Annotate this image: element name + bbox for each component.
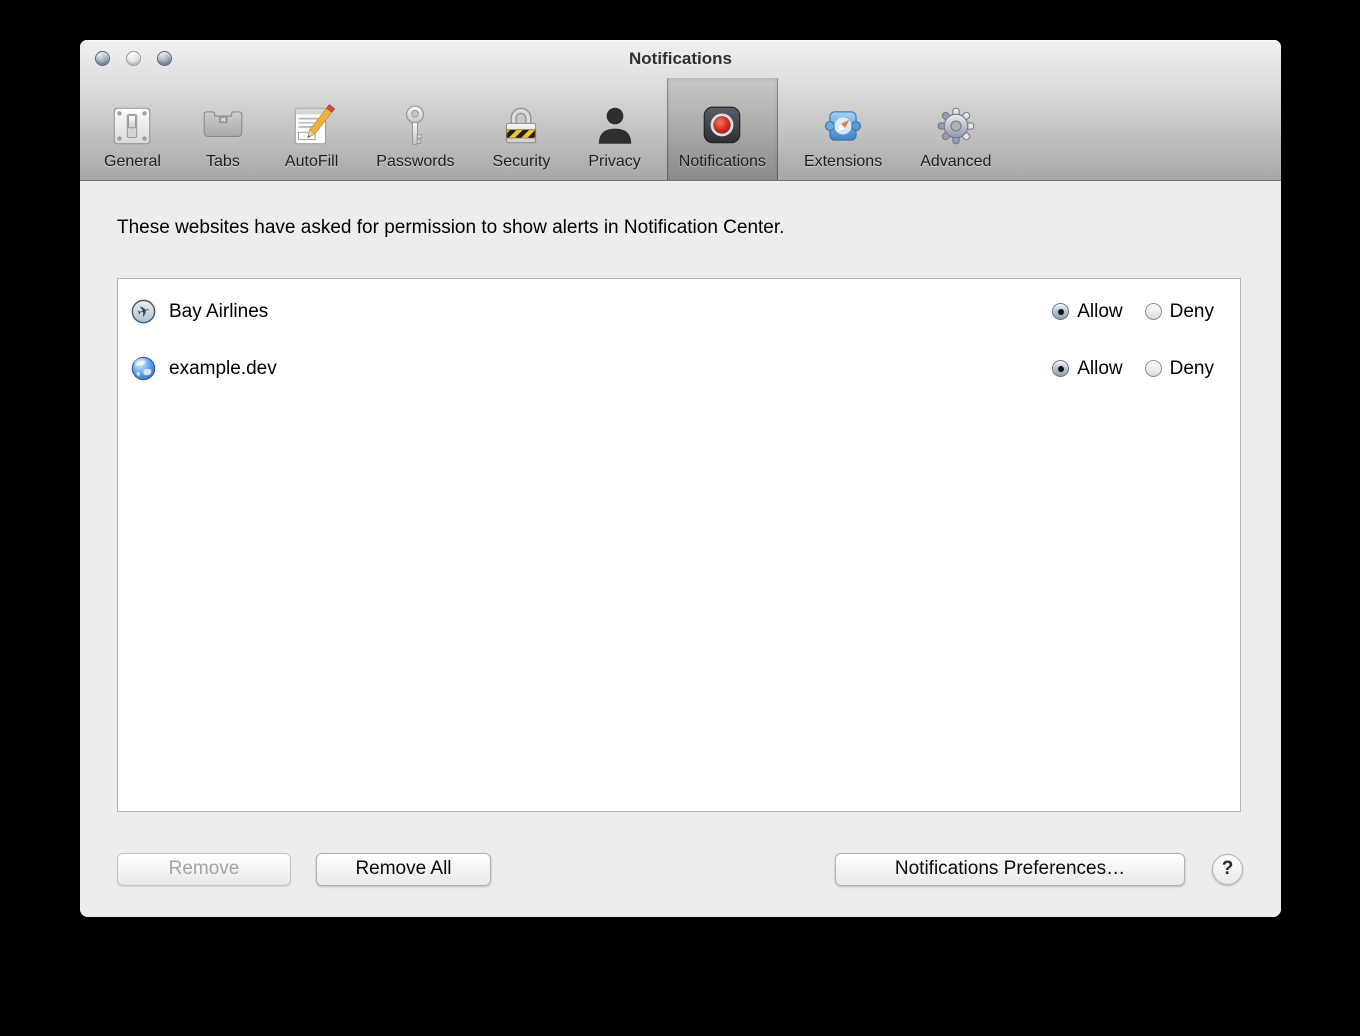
tab-notifications[interactable]: Notifications: [666, 78, 778, 180]
tab-label: Privacy: [588, 153, 641, 170]
gear-icon: [932, 102, 980, 150]
tab-security[interactable]: Security: [481, 78, 563, 180]
tab-label: AutoFill: [284, 153, 339, 170]
titlebar[interactable]: Notifications: [80, 40, 1281, 78]
tab-passwords[interactable]: Passwords: [364, 78, 466, 180]
permission-controls: Allow Deny: [1052, 301, 1214, 323]
deny-label: Deny: [1169, 357, 1214, 379]
preferences-toolbar: General Tabs AutoFill Passwords Security…: [80, 78, 1281, 180]
tab-label: Notifications: [678, 153, 766, 170]
allow-label: Allow: [1077, 300, 1123, 322]
deny-radio[interactable]: [1144, 303, 1162, 320]
notifications-pane: These websites have asked for permission…: [80, 181, 1281, 917]
window-header: Notifications General Tabs AutoFill Pass…: [80, 40, 1281, 181]
key-icon: [391, 102, 439, 150]
tab-extensions[interactable]: Extensions: [792, 78, 894, 180]
site-name: example.dev: [169, 357, 277, 379]
screen: { "window": { "title": "Notifications" }…: [0, 0, 1360, 1036]
tab-label: General: [104, 153, 161, 170]
pane-description: These websites have asked for permission…: [117, 217, 785, 238]
tab-general[interactable]: General: [92, 78, 173, 180]
deny-radio[interactable]: [1144, 360, 1162, 377]
padlock-icon: [497, 102, 545, 150]
tab-advanced[interactable]: Advanced: [908, 78, 1003, 180]
form-pencil-icon: [288, 102, 336, 150]
person-silhouette-icon: [591, 102, 639, 150]
tab-label: Advanced: [920, 153, 992, 170]
tab-label: Extensions: [803, 153, 883, 170]
airplane-icon: ✈: [131, 299, 156, 324]
browser-tab-icon: [199, 102, 247, 150]
globe-icon: [131, 356, 156, 381]
allow-radio[interactable]: [1052, 360, 1070, 377]
site-name: Bay Airlines: [169, 300, 269, 322]
remove-all-button[interactable]: Remove All: [316, 852, 491, 886]
help-button[interactable]: ?: [1212, 853, 1243, 885]
tab-tabs[interactable]: Tabs: [187, 78, 259, 180]
tab-label: Security: [492, 153, 551, 170]
notifications-preferences-button[interactable]: Notifications Preferences…: [835, 852, 1185, 886]
tab-label: Tabs: [206, 153, 240, 170]
allow-radio[interactable]: [1052, 303, 1070, 320]
puzzle-compass-icon: [819, 102, 867, 150]
allow-label: Allow: [1077, 357, 1123, 379]
preferences-window: Notifications General Tabs AutoFill Pass…: [80, 40, 1281, 917]
site-row[interactable]: example.dev Allow Deny: [118, 340, 1240, 397]
tab-privacy[interactable]: Privacy: [576, 78, 652, 180]
record-dot-icon: [698, 102, 746, 150]
websites-list: ✈ Bay Airlines Allow Deny example.dev Al…: [117, 278, 1241, 812]
footer-bar: Remove Remove All Notifications Preferen…: [117, 852, 1243, 886]
switch-plate-icon: [108, 102, 156, 150]
remove-button[interactable]: Remove: [117, 852, 291, 886]
tab-autofill[interactable]: AutoFill: [273, 78, 350, 180]
window-title: Notifications: [629, 49, 732, 68]
tab-label: Passwords: [376, 153, 455, 170]
site-row[interactable]: ✈ Bay Airlines Allow Deny: [118, 283, 1240, 340]
permission-controls: Allow Deny: [1052, 358, 1214, 380]
deny-label: Deny: [1169, 300, 1214, 322]
